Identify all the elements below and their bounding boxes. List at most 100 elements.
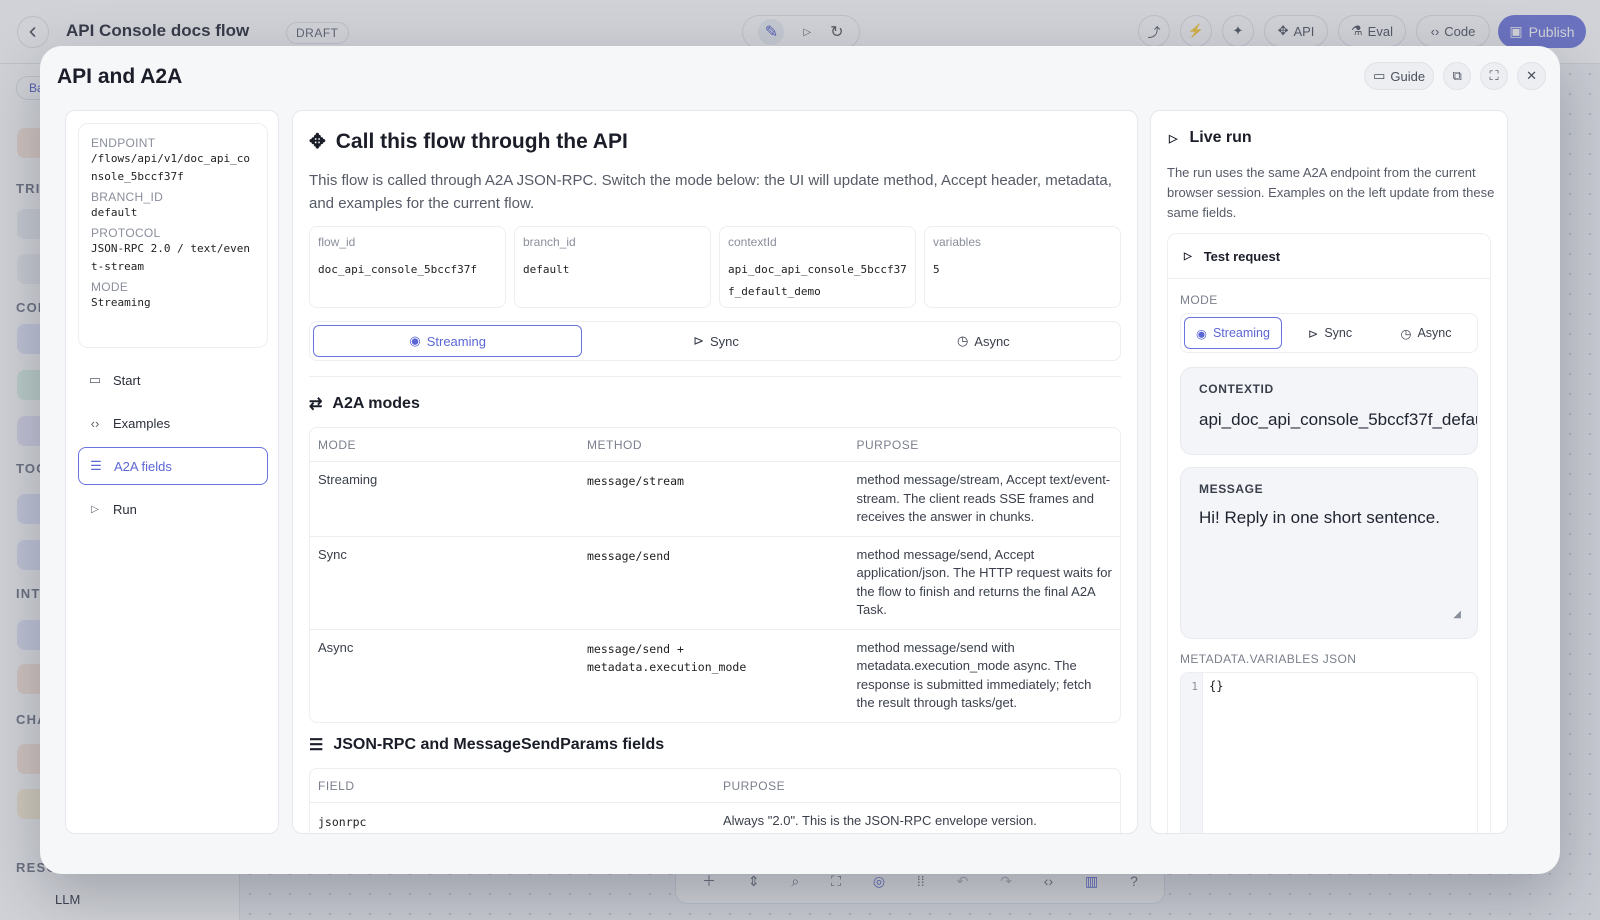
table-header-row: FIELD PURPOSE	[310, 769, 1120, 803]
heading-text: Call this flow through the API	[335, 129, 628, 153]
table-cell: message/send + metadata.execution_mode	[587, 641, 747, 675]
mode-value: Streaming	[91, 296, 151, 309]
json-editor-text[interactable]: {}	[1209, 679, 1223, 693]
clock-icon: ◷	[956, 333, 969, 348]
live-mode-streaming[interactable]: ◉ Streaming	[1184, 317, 1282, 349]
copy-button[interactable]: ⧉	[1443, 62, 1472, 90]
nav-item-start[interactable]: ▭ Start	[78, 361, 268, 399]
table-row: Sync message/send method message/send, A…	[310, 537, 1120, 630]
table-cell: Always "2.0". This is the JSON-RPC envel…	[722, 813, 1037, 828]
list-icon: ☰	[90, 458, 102, 473]
code-icon: ‹›	[90, 415, 100, 431]
variables-label: METADATA.VARIABLES JSON	[1180, 652, 1357, 666]
expand-icon: ⛶	[1489, 68, 1499, 83]
resize-handle-icon[interactable]: ◢	[1453, 609, 1461, 620]
field-label: branch_id	[523, 235, 576, 249]
field-label: flow_id	[318, 235, 356, 249]
table-cell: method message/stream, Accept text/event…	[848, 462, 1120, 537]
play-icon: ▷	[91, 503, 99, 515]
mode-label: Sync	[709, 333, 739, 349]
variables-card: variables 5	[924, 226, 1121, 308]
meta-label: BRANCH_ID	[91, 190, 164, 204]
context-id-input[interactable]: api_doc_api_console_5bccf37f_default_dem…	[1199, 410, 1477, 430]
send-icon: ⊳	[693, 333, 704, 348]
guide-button[interactable]: ▭ Guide	[1364, 62, 1435, 90]
nav-item-run[interactable]: ▷ Run	[78, 490, 268, 528]
test-request-toggle[interactable]: ▷ Test request	[1168, 234, 1490, 279]
clock-icon: ◷	[1400, 326, 1412, 341]
docs-main-panel: ✥ Call this flow through the API This fl…	[292, 110, 1138, 834]
live-mode-async[interactable]: ◷ Async	[1378, 317, 1474, 349]
field-label: variables	[933, 235, 982, 249]
column-header: METHOD	[579, 428, 849, 462]
mode-label: Streaming	[426, 333, 486, 349]
mode-option-async[interactable]: ◷ Async	[850, 325, 1117, 357]
mode-label: Async	[1417, 326, 1452, 340]
live-mode-sync[interactable]: ⊳ Sync	[1282, 317, 1378, 349]
nav-item-label: Run	[113, 501, 137, 517]
live-run-heading: ▷ Live run	[1169, 129, 1252, 147]
test-request-card: ▷ Test request MODE ◉ Streaming ⊳ Sync ◷ As…	[1167, 233, 1491, 833]
table-cell: Sync	[310, 537, 579, 630]
endpoint-meta-card: ENDPOINT /flows/api/v1/doc_api_console_5…	[78, 123, 268, 348]
nav-item-examples[interactable]: ‹› Examples	[78, 404, 268, 442]
context-id-field[interactable]: CONTEXTID api_doc_api_console_5bccf37f_d…	[1180, 367, 1478, 455]
message-field[interactable]: MESSAGE Hi! Reply in one short sentence.…	[1180, 467, 1478, 639]
table-cell: jsonrpc	[318, 815, 367, 829]
meta-label: PROTOCOL	[91, 226, 161, 240]
live-run-panel: ▷ Live run The run uses the same A2A end…	[1150, 110, 1508, 834]
divider	[309, 376, 1121, 377]
section-heading: ✥ Call this flow through the API	[309, 129, 628, 154]
book-icon: ▭	[88, 372, 102, 387]
section-description: This flow is called through A2A JSON-RPC…	[309, 172, 1112, 212]
live-mode-switch: ◉ Streaming ⊳ Sync ◷ Async	[1180, 313, 1478, 353]
expand-button[interactable]: ⛶	[1480, 62, 1509, 90]
mode-option-sync[interactable]: ⊳ Sync	[582, 325, 849, 357]
close-button[interactable]: ✕	[1517, 62, 1546, 90]
mode-label: Streaming	[1212, 326, 1270, 340]
field-value: 5	[933, 263, 940, 276]
nav-item-a2a-fields[interactable]: ☰ A2A fields	[78, 447, 268, 485]
send-icon: ⊳	[1307, 326, 1319, 341]
api-modal: API and A2A ▭ Guide ⧉ ⛶ ✕ ENDPOINT /flows…	[40, 46, 1560, 874]
column-header: PURPOSE	[848, 428, 1120, 462]
table-cell: message/send	[579, 537, 849, 630]
line-number: 1	[1181, 673, 1203, 833]
book-icon: ▭	[1373, 68, 1386, 83]
column-header: FIELD	[310, 769, 715, 803]
mode-option-streaming[interactable]: ◉ Streaming	[313, 325, 583, 357]
protocol-value: JSON-RPC 2.0 / text/event-stream	[91, 242, 250, 273]
table-row: Async message/send + metadata.execution_…	[310, 630, 1120, 722]
play-icon: ▷	[1184, 250, 1192, 262]
table-cell: method message/send with metadata.execut…	[856, 639, 1092, 711]
branch-value: default	[91, 206, 138, 219]
mode-switch: ◉ Streaming ⊳ Sync ◷ Async	[309, 321, 1121, 361]
heading-text: JSON-RPC and MessageSendParams fields	[333, 736, 665, 753]
context-id-card: contextId api_doc_api_console_5bccf37f_d…	[719, 226, 916, 308]
table-cell: message/stream	[579, 462, 849, 537]
copy-icon: ⧉	[1452, 68, 1462, 83]
radio-icon: ◉	[1196, 326, 1207, 341]
table-cell: Streaming	[310, 462, 579, 537]
nav-item-label: Start	[113, 372, 141, 388]
table-row: jsonrpc Always "2.0". This is the JSON-R…	[310, 803, 1120, 833]
message-textarea[interactable]: Hi! Reply in one short sentence.	[1199, 508, 1459, 528]
docs-nav-panel: ENDPOINT /flows/api/v1/doc_api_console_5…	[65, 110, 279, 834]
live-run-description: The run uses the same A2A endpoint from …	[1167, 165, 1495, 220]
table-cell: method message/send, Accept application/…	[848, 537, 1120, 630]
test-request-label: Test request	[1203, 248, 1281, 264]
flow-id-card: flow_id doc_api_console_5bccf37f	[309, 226, 506, 308]
a2a-modes-table: MODE METHOD PURPOSE Streaming message/st…	[309, 427, 1121, 723]
jsonrpc-fields-heading: ☰ JSON-RPC and MessageSendParams fields	[309, 735, 664, 755]
swap-icon: ⇄	[309, 396, 323, 413]
branch-id-card: branch_id default	[514, 226, 711, 308]
meta-label: MODE	[91, 280, 129, 294]
column-header: PURPOSE	[714, 769, 1120, 803]
variables-json-editor[interactable]: 1 {}	[1180, 672, 1478, 833]
mode-label: Sync	[1324, 326, 1353, 340]
endpoint-value: /flows/api/v1/doc_api_console_5bccf37f	[91, 152, 250, 183]
table-header-row: MODE METHOD PURPOSE	[310, 428, 1120, 462]
mode-label: MODE	[1180, 293, 1218, 307]
close-icon: ✕	[1526, 68, 1537, 83]
field-label: CONTEXTID	[1199, 382, 1274, 396]
